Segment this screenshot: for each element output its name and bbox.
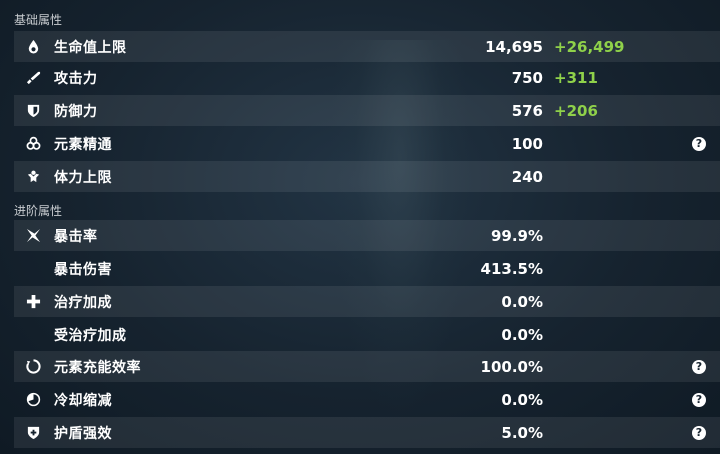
stat-bonus: +311	[554, 68, 598, 87]
stamina-icon	[20, 161, 46, 192]
stat-value: 240	[511, 167, 543, 186]
stat-label: 暴击率	[54, 228, 98, 245]
help-button[interactable]: ?	[692, 392, 706, 407]
stat-row-hp: 生命值上限 14,695 +26,499	[14, 31, 720, 62]
cooldown-icon	[20, 384, 46, 415]
stat-row-incoming-healing: 受治疗加成 0.0%	[14, 319, 720, 350]
advanced-attributes-heading: 进阶属性	[14, 204, 63, 218]
stat-row-crit-rate: 暴击率 99.9%	[14, 220, 720, 251]
stat-label: 元素充能效率	[54, 359, 141, 376]
crit-icon	[20, 220, 46, 251]
stat-label: 护盾强效	[54, 425, 112, 442]
stat-value: 0.0%	[501, 325, 543, 344]
sword-icon	[20, 62, 46, 93]
stat-label: 冷却缩减	[54, 392, 112, 409]
stat-value: 14,695	[485, 37, 543, 56]
basic-attributes-heading: 基础属性	[14, 13, 63, 27]
help-button[interactable]: ?	[692, 136, 706, 151]
stat-row-stamina: 体力上限 240	[14, 161, 720, 192]
stat-row-crit-dmg: 暴击伤害 413.5%	[14, 253, 720, 284]
stat-label: 治疗加成	[54, 294, 112, 311]
stat-row-atk: 攻击力 750 +311	[14, 62, 720, 93]
stat-row-em: 元素精通 100 ?	[14, 128, 720, 159]
stat-label: 生命值上限	[54, 39, 127, 56]
stat-value: 0.0%	[501, 390, 543, 409]
stat-label: 暴击伤害	[54, 261, 112, 278]
stat-value: 100.0%	[480, 357, 543, 376]
shield-strength-icon	[20, 417, 46, 448]
stat-value: 576	[511, 101, 543, 120]
stat-row-def: 防御力 576 +206	[14, 95, 720, 126]
energy-recharge-icon	[20, 351, 46, 382]
stat-value: 5.0%	[501, 423, 543, 442]
shield-icon	[20, 95, 46, 126]
stat-label: 攻击力	[54, 70, 98, 87]
stat-label: 防御力	[54, 103, 98, 120]
stat-row-shield-strength: 护盾强效 5.0% ?	[14, 417, 720, 448]
stat-value: 0.0%	[501, 292, 543, 311]
stat-label: 受治疗加成	[54, 327, 127, 344]
help-button[interactable]: ?	[692, 425, 706, 440]
stat-label: 元素精通	[54, 136, 112, 153]
stat-value: 413.5%	[480, 259, 543, 278]
help-button[interactable]: ?	[692, 359, 706, 374]
elemental-mastery-icon	[20, 128, 46, 159]
stat-bonus: +26,499	[554, 37, 625, 56]
stat-value: 750	[511, 68, 543, 87]
healing-cross-icon	[20, 286, 46, 317]
stat-row-energy-recharge: 元素充能效率 100.0% ?	[14, 351, 720, 382]
stat-row-healing: 治疗加成 0.0%	[14, 286, 720, 317]
hp-drop-icon	[20, 31, 46, 62]
stat-bonus: +206	[554, 101, 598, 120]
stat-label: 体力上限	[54, 169, 112, 186]
stat-value: 100	[511, 134, 543, 153]
stat-value: 99.9%	[490, 226, 543, 245]
stat-row-cooldown: 冷却缩减 0.0% ?	[14, 384, 720, 415]
